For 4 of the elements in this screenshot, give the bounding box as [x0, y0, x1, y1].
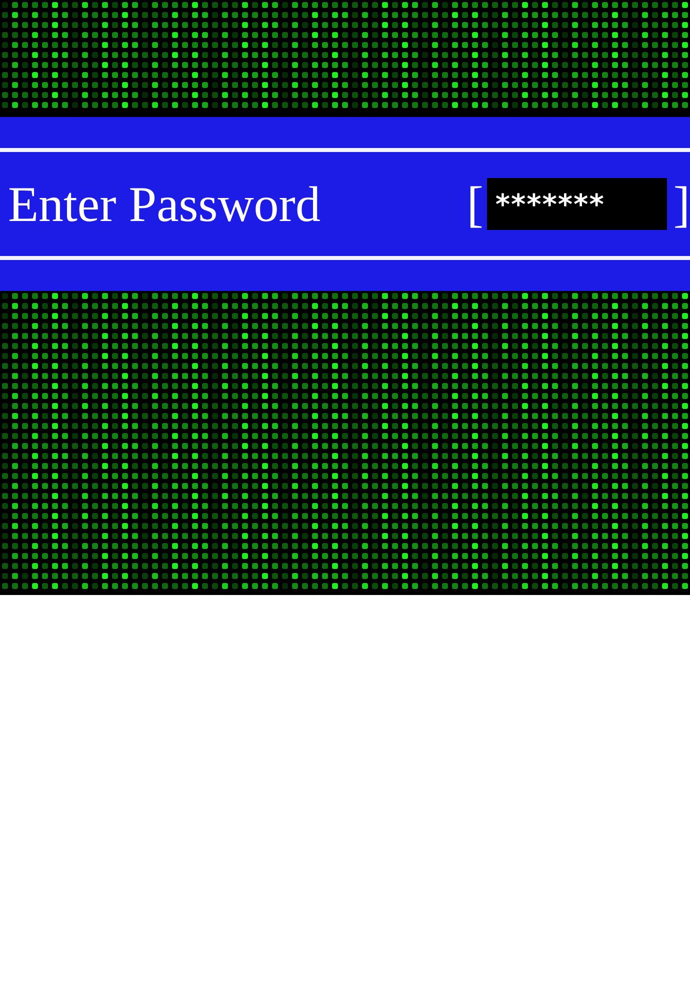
bracket: [ [466, 179, 484, 229]
password-label: Enter Password [8, 175, 320, 233]
password-field[interactable]: ******* [487, 178, 668, 230]
bracket: ] [673, 179, 690, 229]
